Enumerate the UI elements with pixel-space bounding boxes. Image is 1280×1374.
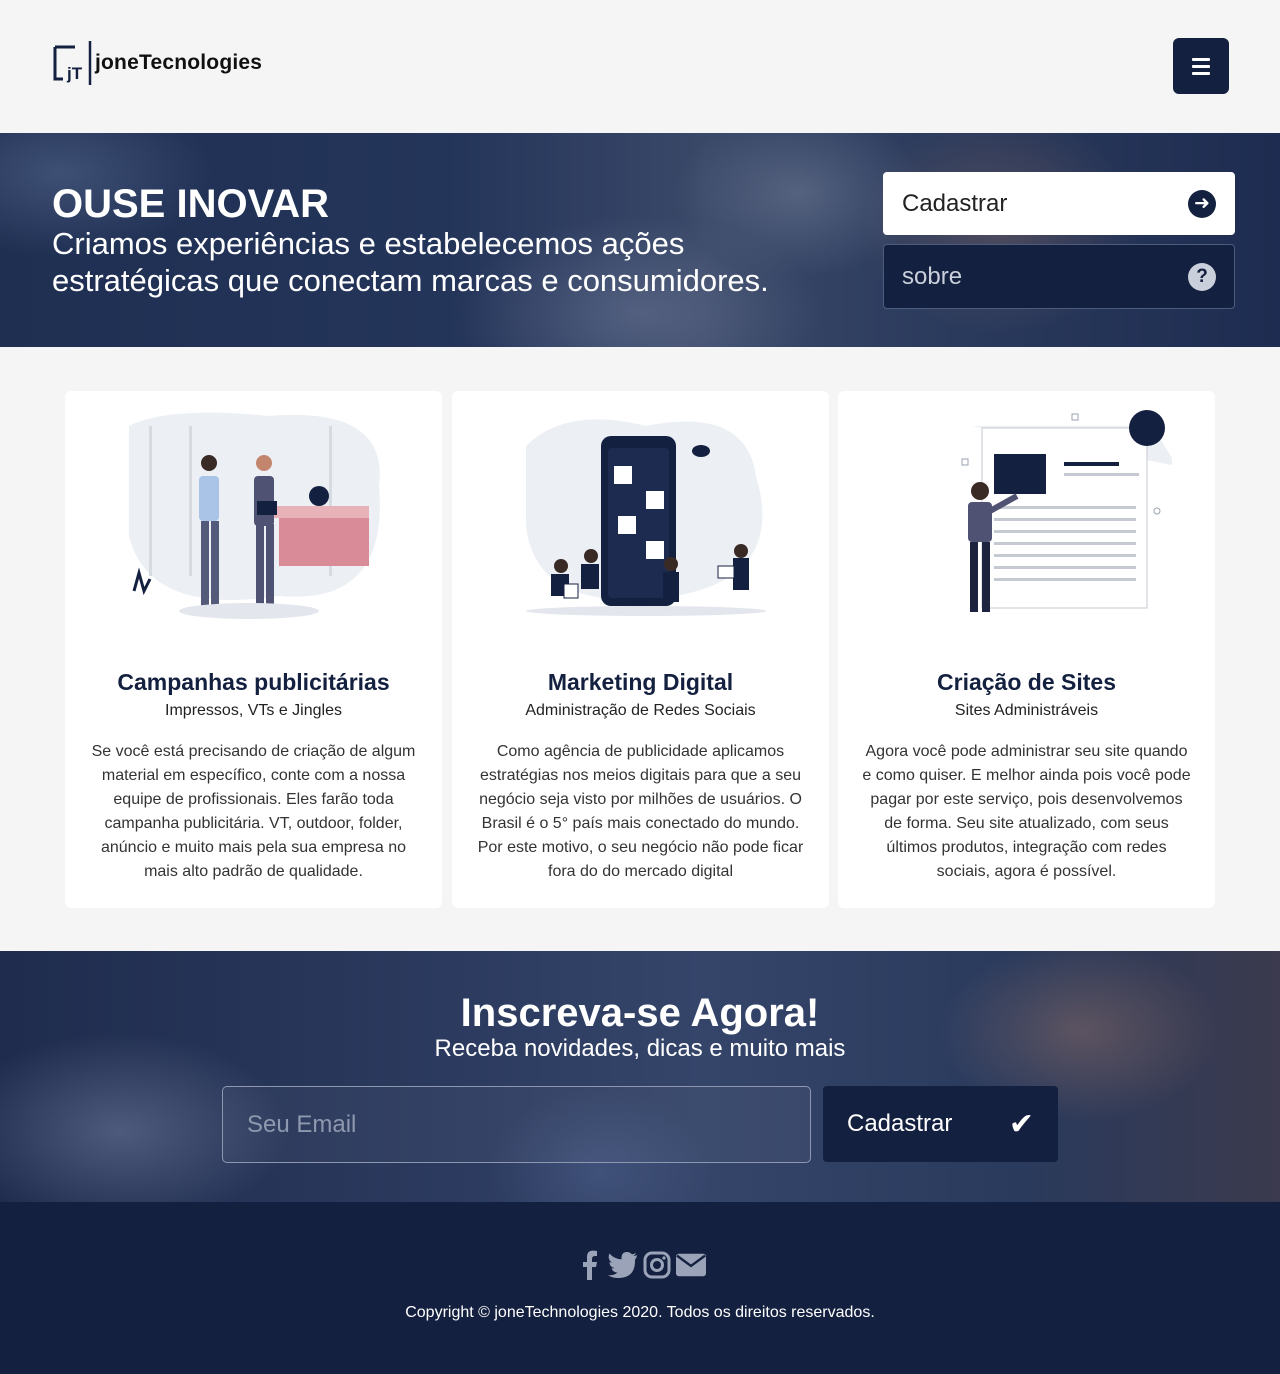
- website-builder-illustration: [838, 391, 1215, 651]
- brand-logo[interactable]: jT joneTecnologies: [53, 41, 262, 85]
- brand-name: joneTecnologies: [95, 51, 263, 74]
- question-circle-icon: ?: [1188, 262, 1216, 291]
- service-card-campaigns: Campanhas publicitárias Impressos, VTs e…: [65, 391, 442, 908]
- hamburger-icon: [1192, 57, 1210, 61]
- menu-button[interactable]: [1173, 38, 1229, 94]
- service-subtitle: Impressos, VTs e Jingles: [165, 702, 342, 719]
- services-section: Campanhas publicitárias Impressos, VTs e…: [0, 347, 1280, 951]
- business-handshake-illustration: [65, 391, 442, 651]
- hero-title: OUSE INOVAR: [52, 182, 330, 226]
- subscribe-button[interactable]: Cadastrar ✔: [823, 1086, 1058, 1162]
- service-card-marketing: Marketing Digital Administração de Redes…: [452, 391, 829, 908]
- email-input[interactable]: [222, 1086, 811, 1163]
- service-title: Marketing Digital: [547, 669, 734, 695]
- subscribe-title: Inscreva-se Agora!: [460, 991, 820, 1035]
- instagram-icon[interactable]: [642, 1250, 672, 1280]
- arrow-right-circle-icon: ➜: [1188, 189, 1216, 218]
- service-description: Como agência de publicidade aplicamos es…: [477, 743, 804, 880]
- footer: Copyright © joneTechnologies 2020. Todos…: [0, 1202, 1280, 1374]
- twitter-icon[interactable]: [608, 1250, 638, 1280]
- subscribe-section: Inscreva-se Agora! Receba novidades, dic…: [0, 951, 1280, 1202]
- service-title: Campanhas publicitárias: [117, 669, 390, 695]
- hero-register-label: Cadastrar: [902, 189, 1008, 217]
- svg-text:jT: jT: [66, 64, 83, 83]
- subscribe-subtitle: Receba novidades, dicas e muito mais: [434, 1035, 846, 1062]
- logo-mark-icon: jT: [53, 41, 92, 85]
- service-subtitle: Sites Administráveis: [954, 702, 1099, 719]
- subscribe-button-label: Cadastrar: [847, 1110, 953, 1137]
- facebook-icon[interactable]: [574, 1250, 604, 1280]
- social-links: [0, 1250, 1280, 1280]
- service-subtitle: Administração de Redes Sociais: [525, 702, 756, 719]
- hero-register-button[interactable]: Cadastrar ➜: [883, 172, 1235, 235]
- hero-banner: OUSE INOVAR Criamos experiências e estab…: [0, 133, 1280, 347]
- top-navbar: jT joneTecnologies: [0, 0, 1280, 133]
- service-description: Agora você pode administrar seu site qua…: [862, 743, 1191, 880]
- hero-about-button[interactable]: sobre ?: [883, 244, 1235, 309]
- envelope-icon[interactable]: [676, 1250, 706, 1280]
- service-card-websites: Criação de Sites Sites Administráveis Ag…: [838, 391, 1215, 908]
- service-description: Se você está precisando de criação de al…: [91, 743, 416, 880]
- check-icon: ✔: [1008, 1107, 1034, 1141]
- social-media-phone-illustration: [452, 391, 829, 651]
- service-title: Criação de Sites: [937, 669, 1116, 695]
- hero-subtitle: Criamos experiências e estabelecemos açõ…: [52, 226, 769, 298]
- hero-about-label: sobre: [902, 262, 963, 290]
- copyright-text: Copyright © joneTechnologies 2020. Todos…: [405, 1304, 875, 1321]
